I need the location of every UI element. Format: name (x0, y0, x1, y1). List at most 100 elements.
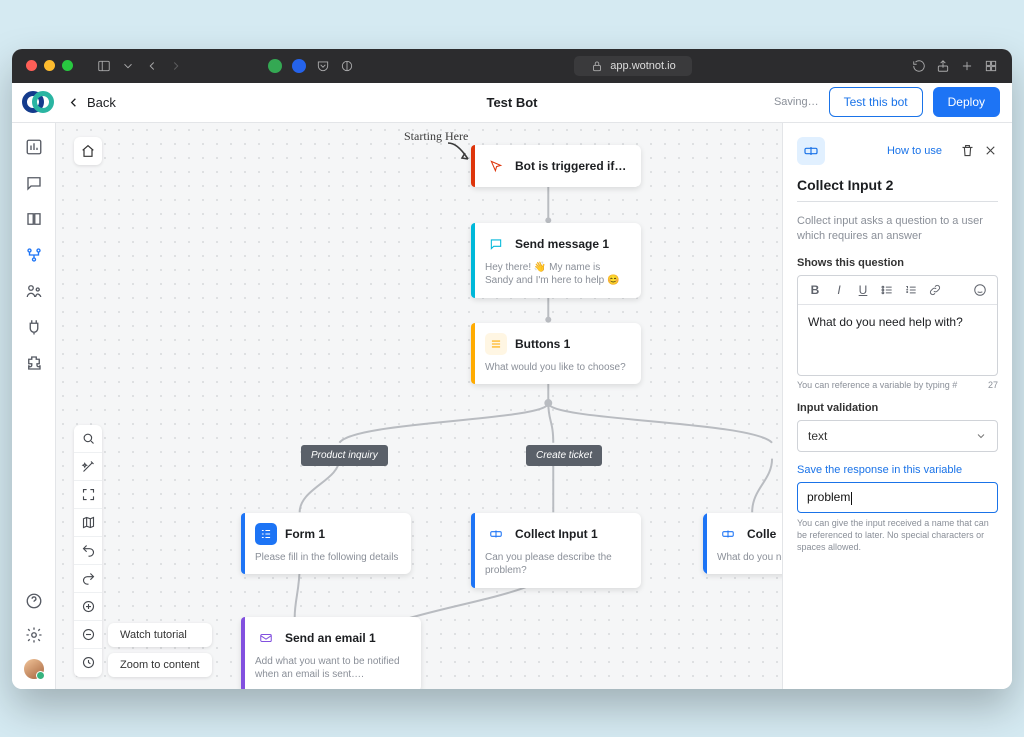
inspector-description: Collect input asks a question to a user … (797, 214, 998, 246)
question-editor[interactable]: B I U What do you need help with? (797, 275, 998, 376)
reload-icon[interactable] (912, 59, 926, 73)
mac-window: app.wotnot.io Back Test Bot Saving… Test… (12, 49, 1012, 689)
rte-underline-icon[interactable]: U (854, 281, 872, 299)
question-text[interactable]: What do you need help with? (798, 305, 997, 375)
rte-italic-icon[interactable]: I (830, 281, 848, 299)
delete-icon[interactable] (960, 143, 975, 158)
node-title: Buttons 1 (515, 337, 570, 351)
back-button[interactable]: Back (66, 95, 116, 110)
canvas-quick-actions: Watch tutorial Zoom to content (108, 623, 212, 677)
address-bar[interactable]: app.wotnot.io (364, 56, 902, 76)
window-close-icon[interactable] (26, 60, 37, 71)
test-bot-button[interactable]: Test this bot (829, 87, 923, 117)
validation-value: text (808, 429, 827, 443)
tool-redo-icon[interactable] (74, 565, 102, 593)
node-desc: Please fill in the following details (241, 551, 411, 575)
variable-hint: You can give the input received a name t… (797, 517, 998, 553)
node-trigger[interactable]: Bot is triggered if… (471, 145, 641, 187)
nav-flow-icon[interactable] (24, 245, 44, 265)
nav-chat-icon[interactable] (24, 173, 44, 193)
ext-grammarly-icon[interactable] (268, 59, 282, 73)
node-send-message[interactable]: Send message 1 Hey there! 👋 My name is S… (471, 223, 641, 298)
variable-name-value: problem (807, 490, 850, 504)
rte-bullets-icon[interactable] (878, 281, 896, 299)
window-minimize-icon[interactable] (44, 60, 55, 71)
tool-search-icon[interactable] (74, 425, 102, 453)
app-logo-icon[interactable] (24, 89, 50, 115)
node-desc: What do you nee (703, 551, 782, 575)
page-title: Test Bot (486, 95, 537, 110)
collect-input-icon (485, 523, 507, 545)
tool-fullscreen-icon[interactable] (74, 481, 102, 509)
node-title: Form 1 (285, 527, 325, 541)
rte-bold-icon[interactable]: B (806, 281, 824, 299)
node-collect-input-2[interactable]: Colle What do you nee (703, 513, 782, 575)
variable-name-input[interactable]: problem (797, 482, 998, 512)
node-title: Collect Input 1 (515, 527, 598, 541)
nav-extensions-icon[interactable] (24, 353, 44, 373)
nav-team-icon[interactable] (24, 281, 44, 301)
share-icon[interactable] (936, 59, 950, 73)
flow-canvas[interactable]: Starting Here (56, 123, 782, 689)
window-maximize-icon[interactable] (62, 60, 73, 71)
tool-magic-icon[interactable] (74, 453, 102, 481)
zoom-to-content-button[interactable]: Zoom to content (108, 653, 212, 677)
shield-half-icon[interactable] (340, 59, 354, 73)
text-caret-icon (851, 492, 852, 505)
back-label: Back (87, 95, 116, 110)
nav-analytics-icon[interactable] (24, 137, 44, 157)
node-buttons[interactable]: Buttons 1 What would you like to choose? (471, 323, 641, 385)
canvas-home-button[interactable] (74, 137, 102, 165)
form-icon (255, 523, 277, 545)
pocket-icon[interactable] (316, 59, 330, 73)
nav-docs-icon[interactable] (24, 209, 44, 229)
inspector-panel: How to use Collect Input 2 Collect input… (782, 123, 1012, 689)
rte-link-icon[interactable] (926, 281, 944, 299)
rte-numbers-icon[interactable] (902, 281, 920, 299)
validation-label: Input validation (797, 402, 998, 414)
question-char-count: 27 (988, 380, 998, 390)
user-avatar[interactable] (24, 659, 44, 679)
save-variable-label: Save the response in this variable (797, 464, 998, 476)
node-send-email[interactable]: Send an email 1 Add what you want to be … (241, 617, 421, 689)
tool-undo-icon[interactable] (74, 537, 102, 565)
window-controls (26, 60, 73, 71)
node-collect-input-1[interactable]: Collect Input 1 Can you please describe … (471, 513, 641, 588)
new-tab-icon[interactable] (960, 59, 974, 73)
node-desc: What would you like to choose? (471, 361, 641, 385)
tool-zoom-in-icon[interactable] (74, 593, 102, 621)
node-form[interactable]: Form 1 Please fill in the following deta… (241, 513, 411, 575)
chip-create-ticket[interactable]: Create ticket (526, 445, 602, 466)
rte-emoji-icon[interactable] (971, 281, 989, 299)
tool-zoom-out-icon[interactable] (74, 621, 102, 649)
inspector-node-icon (797, 137, 825, 165)
close-icon[interactable] (983, 143, 998, 158)
inspector-title: Collect Input 2 (797, 177, 998, 202)
node-title: Send an email 1 (285, 631, 376, 645)
nav-help-icon[interactable] (24, 591, 44, 611)
ext-blue-icon[interactable] (292, 59, 306, 73)
nav-forward-icon (169, 59, 183, 73)
chevron-down-icon (975, 430, 987, 442)
nav-back-icon[interactable] (145, 59, 159, 73)
save-status: Saving… (774, 96, 819, 108)
tool-history-icon[interactable] (74, 649, 102, 677)
chip-product-inquiry[interactable]: Product inquiry (301, 445, 388, 466)
tabs-grid-icon[interactable] (984, 59, 998, 73)
node-title: Send message 1 (515, 237, 609, 251)
sidebar-toggle-icon[interactable] (97, 59, 111, 73)
node-desc: Add what you want to be notified when an… (241, 655, 421, 689)
question-hint: You can reference a variable by typing # (797, 380, 957, 390)
question-label: Shows this question (797, 257, 998, 269)
watch-tutorial-button[interactable]: Watch tutorial (108, 623, 212, 647)
lock-icon (590, 59, 604, 73)
validation-select[interactable]: text (797, 420, 998, 452)
browser-chrome: app.wotnot.io (12, 49, 1012, 83)
tool-minimap-icon[interactable] (74, 509, 102, 537)
nav-integrations-icon[interactable] (24, 317, 44, 337)
deploy-button[interactable]: Deploy (933, 87, 1000, 117)
nav-settings-icon[interactable] (24, 625, 44, 645)
cursor-icon (485, 155, 507, 177)
chevron-down-icon[interactable] (121, 59, 135, 73)
how-to-use-link[interactable]: How to use (887, 145, 942, 157)
